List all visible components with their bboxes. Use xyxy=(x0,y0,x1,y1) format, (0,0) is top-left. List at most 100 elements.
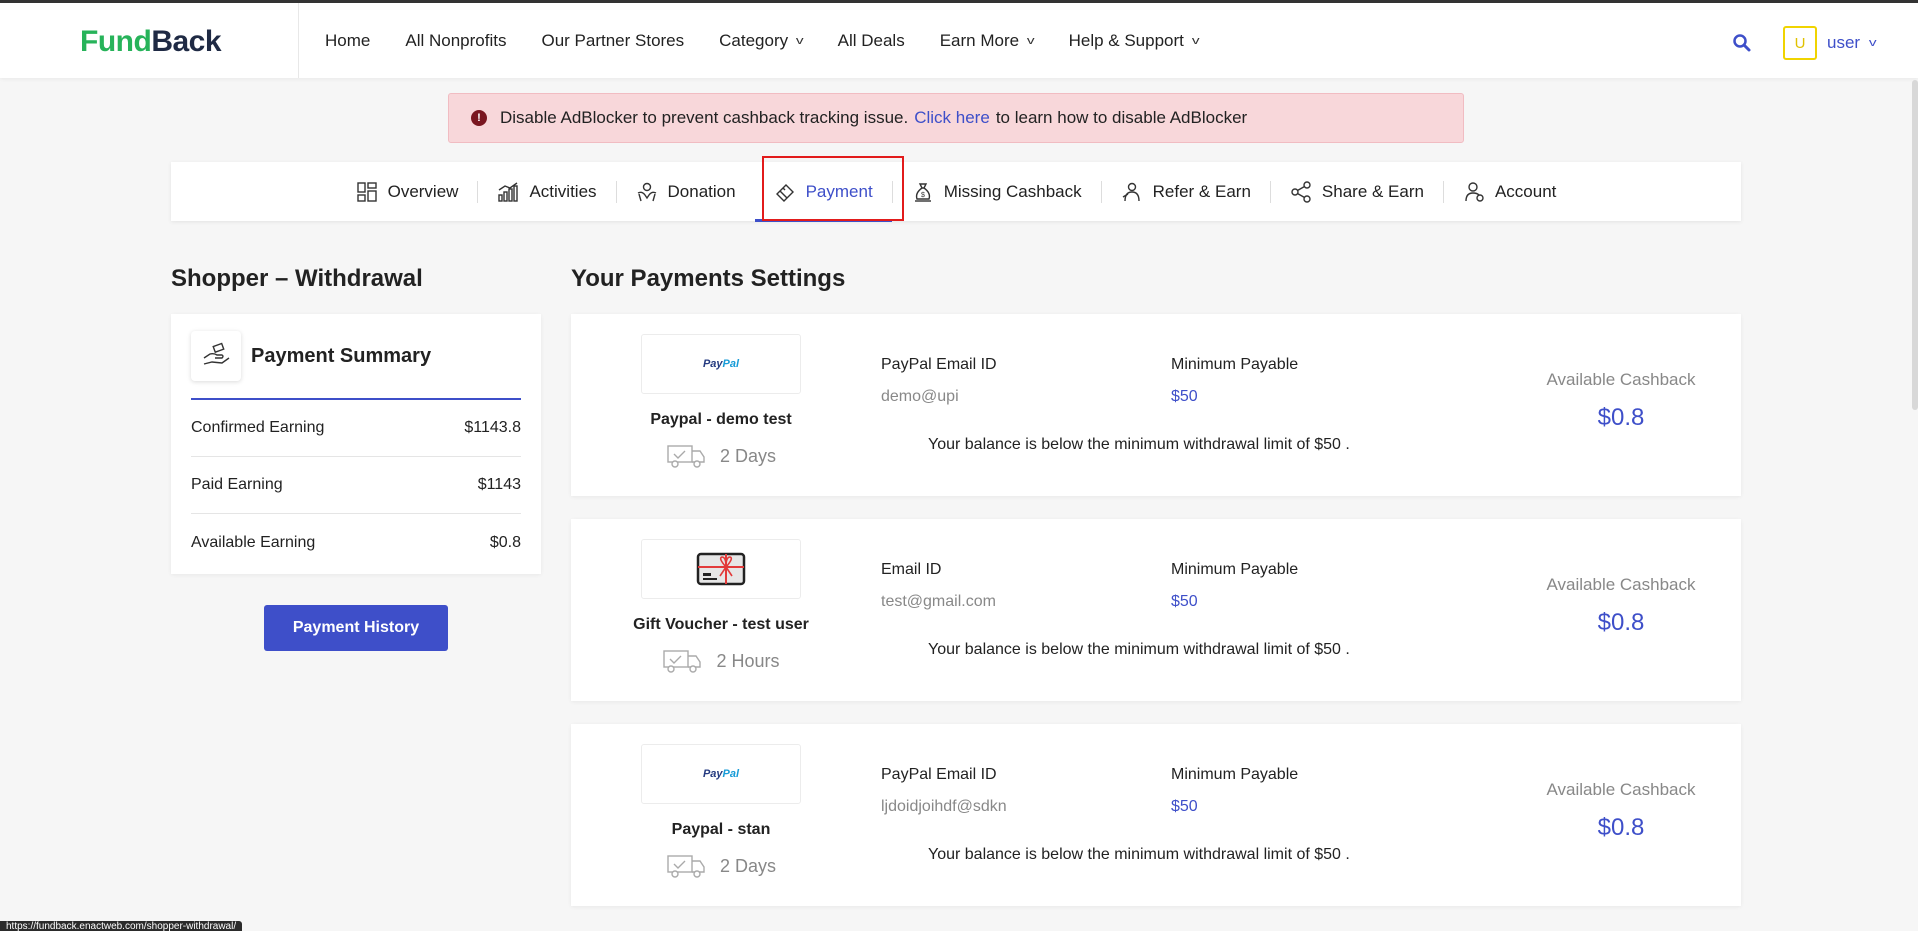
payment-method-card: PayPal Paypal - demo test 2 Days PayPal … xyxy=(571,314,1741,496)
payments-settings-title: Your Payments Settings xyxy=(571,265,846,292)
tab-share-earn[interactable]: Share & Earn xyxy=(1271,162,1443,221)
delivery-time: 2 Hours xyxy=(571,647,871,675)
nav-label: Earn More xyxy=(939,30,1020,50)
alert-text-after: to learn how to disable AdBlocker xyxy=(995,108,1248,127)
payment-method-card: PayPal Paypal - stan 2 Days PayPal Email… xyxy=(571,724,1741,906)
method-name: Gift Voucher - test user xyxy=(633,616,809,633)
paypal-word-pal: Pal xyxy=(722,358,740,370)
refer-person-icon xyxy=(1122,182,1140,201)
tab-label: Payment xyxy=(805,181,873,201)
money-bag-icon: $ xyxy=(914,182,931,202)
logo-part-fund: Fund xyxy=(80,25,152,58)
delivery-truck-icon xyxy=(667,855,705,878)
paypal-word-pay: Pay xyxy=(702,358,723,370)
payment-summary-header: Payment Summary xyxy=(191,314,521,400)
tab-missing-cashback[interactable]: $ Missing Cashback xyxy=(893,162,1101,221)
tab-overview[interactable]: Overview xyxy=(337,162,478,221)
available-cashback-amount: $0.8 xyxy=(1597,814,1645,841)
below-limit-message: Your balance is below the minimum withdr… xyxy=(928,436,1350,453)
delivery-truck-icon xyxy=(667,445,705,468)
tab-payment[interactable]: Payment xyxy=(754,162,892,222)
email-value: ljdoidjoihdf@sdkn xyxy=(881,798,1007,815)
min-payable-label: Minimum Payable xyxy=(1171,356,1299,373)
available-cashback-amount: $0.8 xyxy=(1597,404,1645,431)
payment-method-card: Gift Voucher - test user 2 Hours Email I… xyxy=(571,519,1741,701)
status-bar-url: https://fundback.enactweb.com/shopper-wi… xyxy=(0,921,243,931)
nav-help-support[interactable]: Help & Support v xyxy=(1069,31,1200,51)
payment-card-icon xyxy=(775,183,794,202)
avatar[interactable]: U xyxy=(1783,26,1817,60)
page-scrollbar[interactable] xyxy=(1912,80,1918,410)
share-icon xyxy=(1291,180,1311,203)
min-payable-label: Minimum Payable xyxy=(1171,561,1299,578)
logo-part-back: Back xyxy=(151,25,222,58)
summary-label: Paid Earning xyxy=(191,476,283,493)
user-menu[interactable]: user v xyxy=(1827,33,1877,53)
grid-icon xyxy=(356,181,377,202)
user-label: user xyxy=(1827,33,1861,52)
withdrawal-title: Shopper – Withdrawal xyxy=(171,265,423,292)
svg-text:$: $ xyxy=(921,192,925,199)
nav-category[interactable]: Category v xyxy=(719,30,804,51)
dashboard-tabs: Overview Activities Donation Payment $ M… xyxy=(171,162,1741,222)
summary-row-paid: Paid Earning $1143 xyxy=(191,457,521,514)
nav-all-deals[interactable]: All Deals xyxy=(838,31,905,51)
tab-account[interactable]: Account xyxy=(1444,162,1575,221)
tab-label: Overview xyxy=(387,181,459,201)
payment-summary-title: Payment Summary xyxy=(251,344,432,367)
nav-label: Category xyxy=(719,30,789,50)
method-name: Paypal - stan xyxy=(671,821,771,838)
search-icon[interactable] xyxy=(1732,33,1752,53)
main-nav: Home All Nonprofits Our Partner Stores C… xyxy=(325,3,1233,78)
method-name: Paypal - demo test xyxy=(650,411,792,428)
paypal-logo: PayPal xyxy=(641,334,801,394)
nav-label: All Deals xyxy=(837,30,905,50)
chevron-down-icon: v xyxy=(1191,34,1200,47)
chevron-down-icon: v xyxy=(1026,34,1035,47)
summary-row-confirmed: Confirmed Earning $1143.8 xyxy=(191,400,521,457)
logo-divider xyxy=(298,3,299,78)
tab-label: Donation xyxy=(667,181,736,201)
delivery-text: 2 Days xyxy=(719,855,777,876)
delivery-truck-icon xyxy=(663,650,702,673)
nav-label: Home xyxy=(325,30,371,50)
available-cashback-amount: $0.8 xyxy=(1597,609,1645,636)
nav-label: All Nonprofits xyxy=(405,30,507,50)
min-payable-label: Minimum Payable xyxy=(1171,766,1299,783)
donation-hands-icon xyxy=(637,182,656,201)
tab-label: Refer & Earn xyxy=(1152,181,1251,201)
available-cashback-label: Available Cashback xyxy=(1546,780,1696,799)
nav-label: Our Partner Stores xyxy=(541,30,685,50)
nav-all-nonprofits[interactable]: All Nonprofits xyxy=(405,31,506,51)
tab-activities[interactable]: Activities xyxy=(478,162,615,221)
email-label: PayPal Email ID xyxy=(881,356,997,373)
email-value: demo@upi xyxy=(881,388,959,405)
paypal-wordmark: PayPal xyxy=(703,768,739,780)
paypal-word-pal: Pal xyxy=(722,768,740,780)
gift-card-icon xyxy=(696,552,746,586)
nav-home[interactable]: Home xyxy=(325,31,370,51)
nav-earn-more[interactable]: Earn More v xyxy=(939,30,1035,51)
tab-donation[interactable]: Donation xyxy=(617,162,755,221)
tab-refer-earn[interactable]: Refer & Earn xyxy=(1102,162,1270,221)
email-label: PayPal Email ID xyxy=(881,766,997,783)
below-limit-message: Your balance is below the minimum withdr… xyxy=(928,846,1350,863)
paypal-wordmark: PayPal xyxy=(703,358,739,370)
paypal-word-pay: Pay xyxy=(702,768,723,780)
delivery-text: 2 Days xyxy=(719,445,777,466)
email-value: test@gmail.com xyxy=(881,593,996,610)
chevron-down-icon: v xyxy=(1868,37,1877,49)
payment-history-button[interactable]: Payment History xyxy=(264,605,448,651)
nav-partner-stores[interactable]: Our Partner Stores xyxy=(541,31,684,51)
fundback-logo[interactable]: FundBack xyxy=(80,25,222,59)
delivery-text: 2 Hours xyxy=(716,650,780,671)
tab-label: Account xyxy=(1494,181,1557,201)
tab-label: Share & Earn xyxy=(1321,181,1424,201)
tab-label: Activities xyxy=(529,181,597,201)
available-cashback-label: Available Cashback xyxy=(1546,575,1696,594)
adblocker-help-link[interactable]: Click here xyxy=(914,108,990,128)
paypal-logo: PayPal xyxy=(641,744,801,804)
chart-icon xyxy=(498,181,519,202)
summary-value: $1143.8 xyxy=(464,419,521,436)
chevron-down-icon: v xyxy=(796,34,804,47)
